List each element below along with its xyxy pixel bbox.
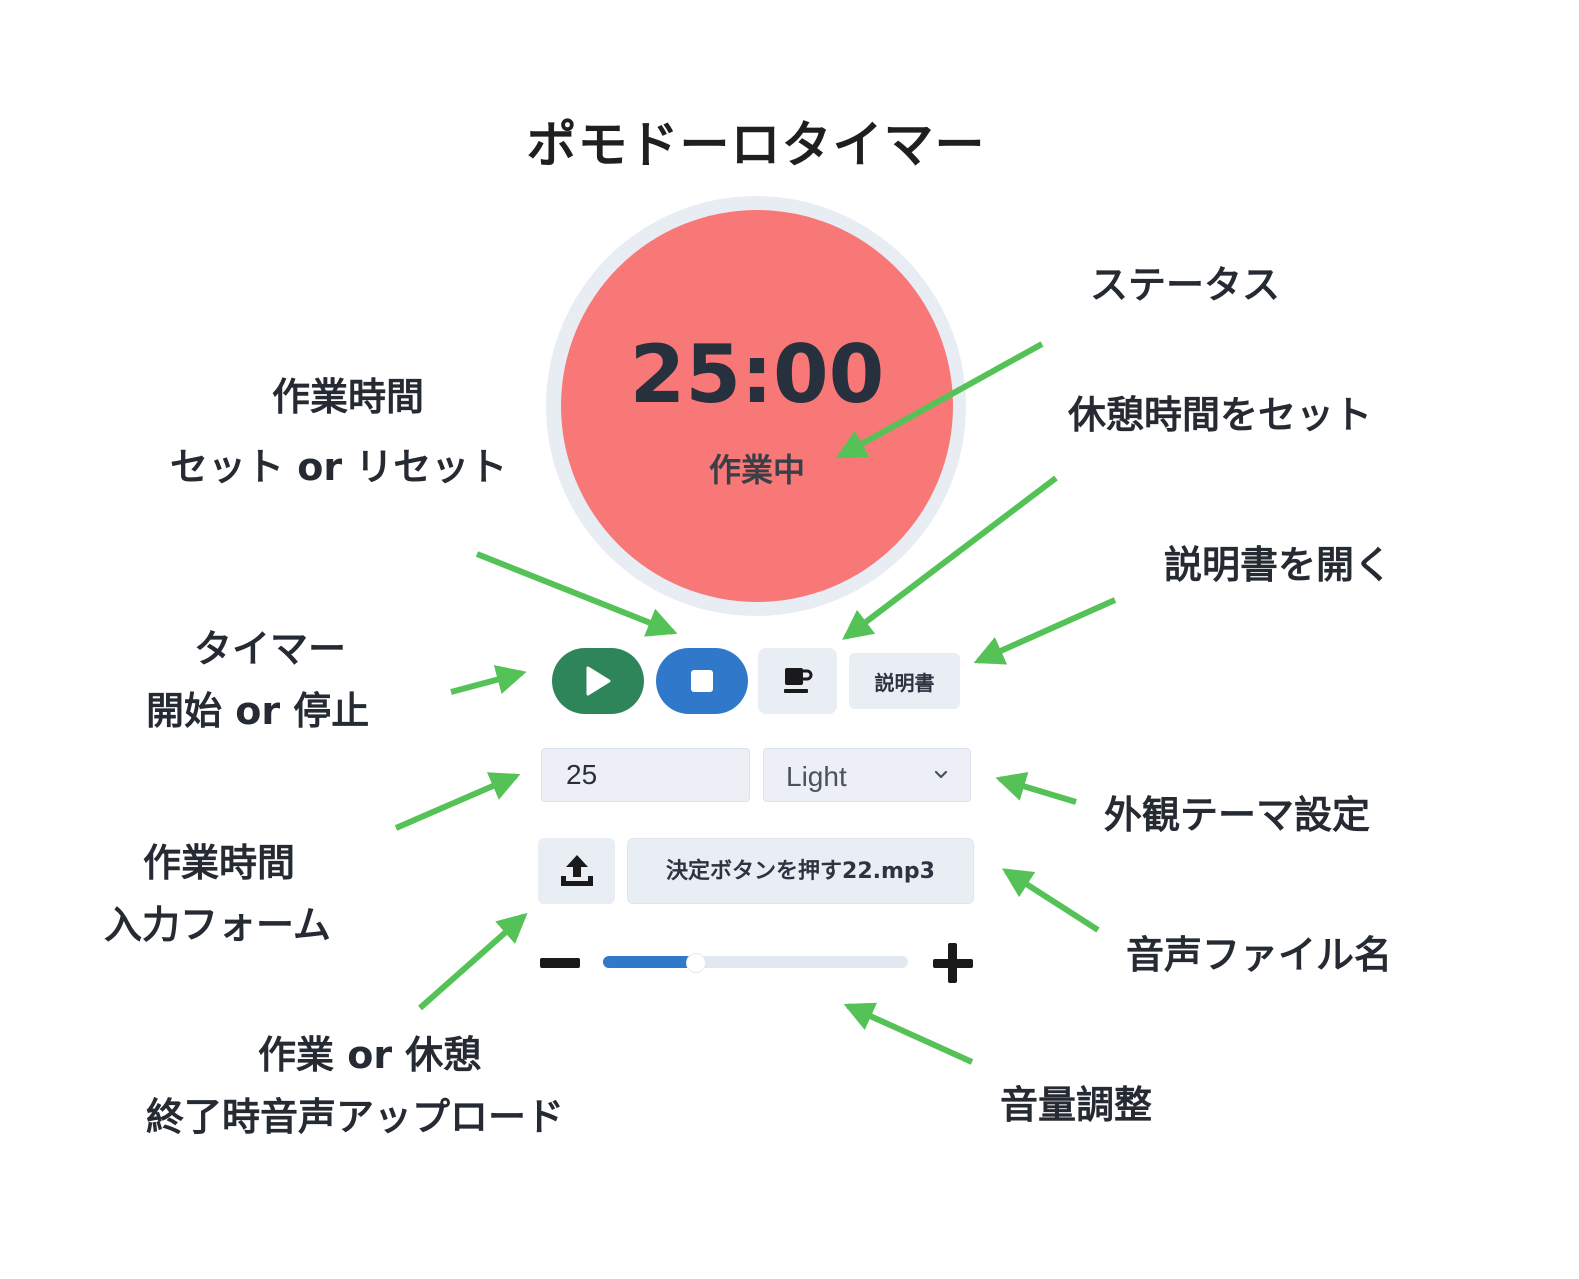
volume-slider-thumb[interactable] bbox=[685, 953, 706, 973]
volume-slider-fill bbox=[603, 956, 695, 968]
stop-reset-button[interactable] bbox=[656, 648, 748, 714]
arrow-volume bbox=[843, 1002, 974, 1065]
arrow-manual-open bbox=[973, 597, 1117, 665]
arrow-upload bbox=[418, 912, 528, 1011]
annotation-file-name: 音声ファイル名 bbox=[1126, 933, 1393, 977]
annotation-work-time-line1: 作業時間 bbox=[272, 375, 425, 419]
timer-status: 作業中 bbox=[708, 451, 805, 489]
chevron-down-icon bbox=[934, 770, 948, 779]
play-icon bbox=[586, 666, 611, 696]
theme-select-value: Light bbox=[786, 761, 847, 792]
upload-icon bbox=[560, 855, 593, 886]
timer-display: 25:00 bbox=[629, 328, 885, 421]
page-title: ポモドーロタイマー bbox=[526, 116, 986, 174]
start-pause-button[interactable] bbox=[552, 648, 644, 714]
volume-slider[interactable] bbox=[603, 953, 908, 973]
volume-down-icon[interactable] bbox=[540, 958, 580, 968]
annotation-theme-setting: 外観テーマ設定 bbox=[1104, 793, 1371, 837]
volume-up-icon[interactable] bbox=[930, 940, 976, 986]
annotation-timer-line1: タイマー bbox=[194, 627, 347, 671]
annotation-work-input-line2: 入力フォーム bbox=[104, 903, 331, 947]
annotation-upload-line2: 終了時音声アップロード bbox=[146, 1095, 565, 1139]
sound-file-name: 決定ボタンを押す22.mp3 bbox=[627, 838, 974, 904]
annotation-work-time-line2: セット or リセット bbox=[170, 445, 508, 489]
manual-button[interactable]: 説明書 bbox=[849, 653, 960, 709]
annotation-upload-line1: 作業 or 休憩 bbox=[258, 1033, 482, 1077]
arrow-timer-start bbox=[450, 665, 527, 695]
sound-upload-button[interactable] bbox=[538, 838, 615, 904]
break-time-button[interactable] bbox=[758, 648, 837, 714]
theme-select[interactable]: Light bbox=[763, 748, 971, 802]
coffee-cup-icon bbox=[783, 668, 812, 693]
arrow-work-input bbox=[394, 772, 521, 831]
annotation-break-set: 休憩時間をセット bbox=[1068, 393, 1373, 437]
annotation-status: ステータス bbox=[1090, 263, 1281, 307]
annotation-timer-line2: 開始 or 停止 bbox=[146, 689, 370, 733]
arrow-theme-setting bbox=[995, 771, 1077, 805]
stop-icon bbox=[691, 670, 713, 692]
annotation-volume: 音量調整 bbox=[1000, 1083, 1153, 1127]
annotation-manual-open: 説明書を開く bbox=[1164, 543, 1393, 587]
annotation-work-input-line1: 作業時間 bbox=[143, 841, 296, 885]
arrow-file-name bbox=[1001, 868, 1100, 933]
work-time-input[interactable] bbox=[541, 748, 750, 802]
